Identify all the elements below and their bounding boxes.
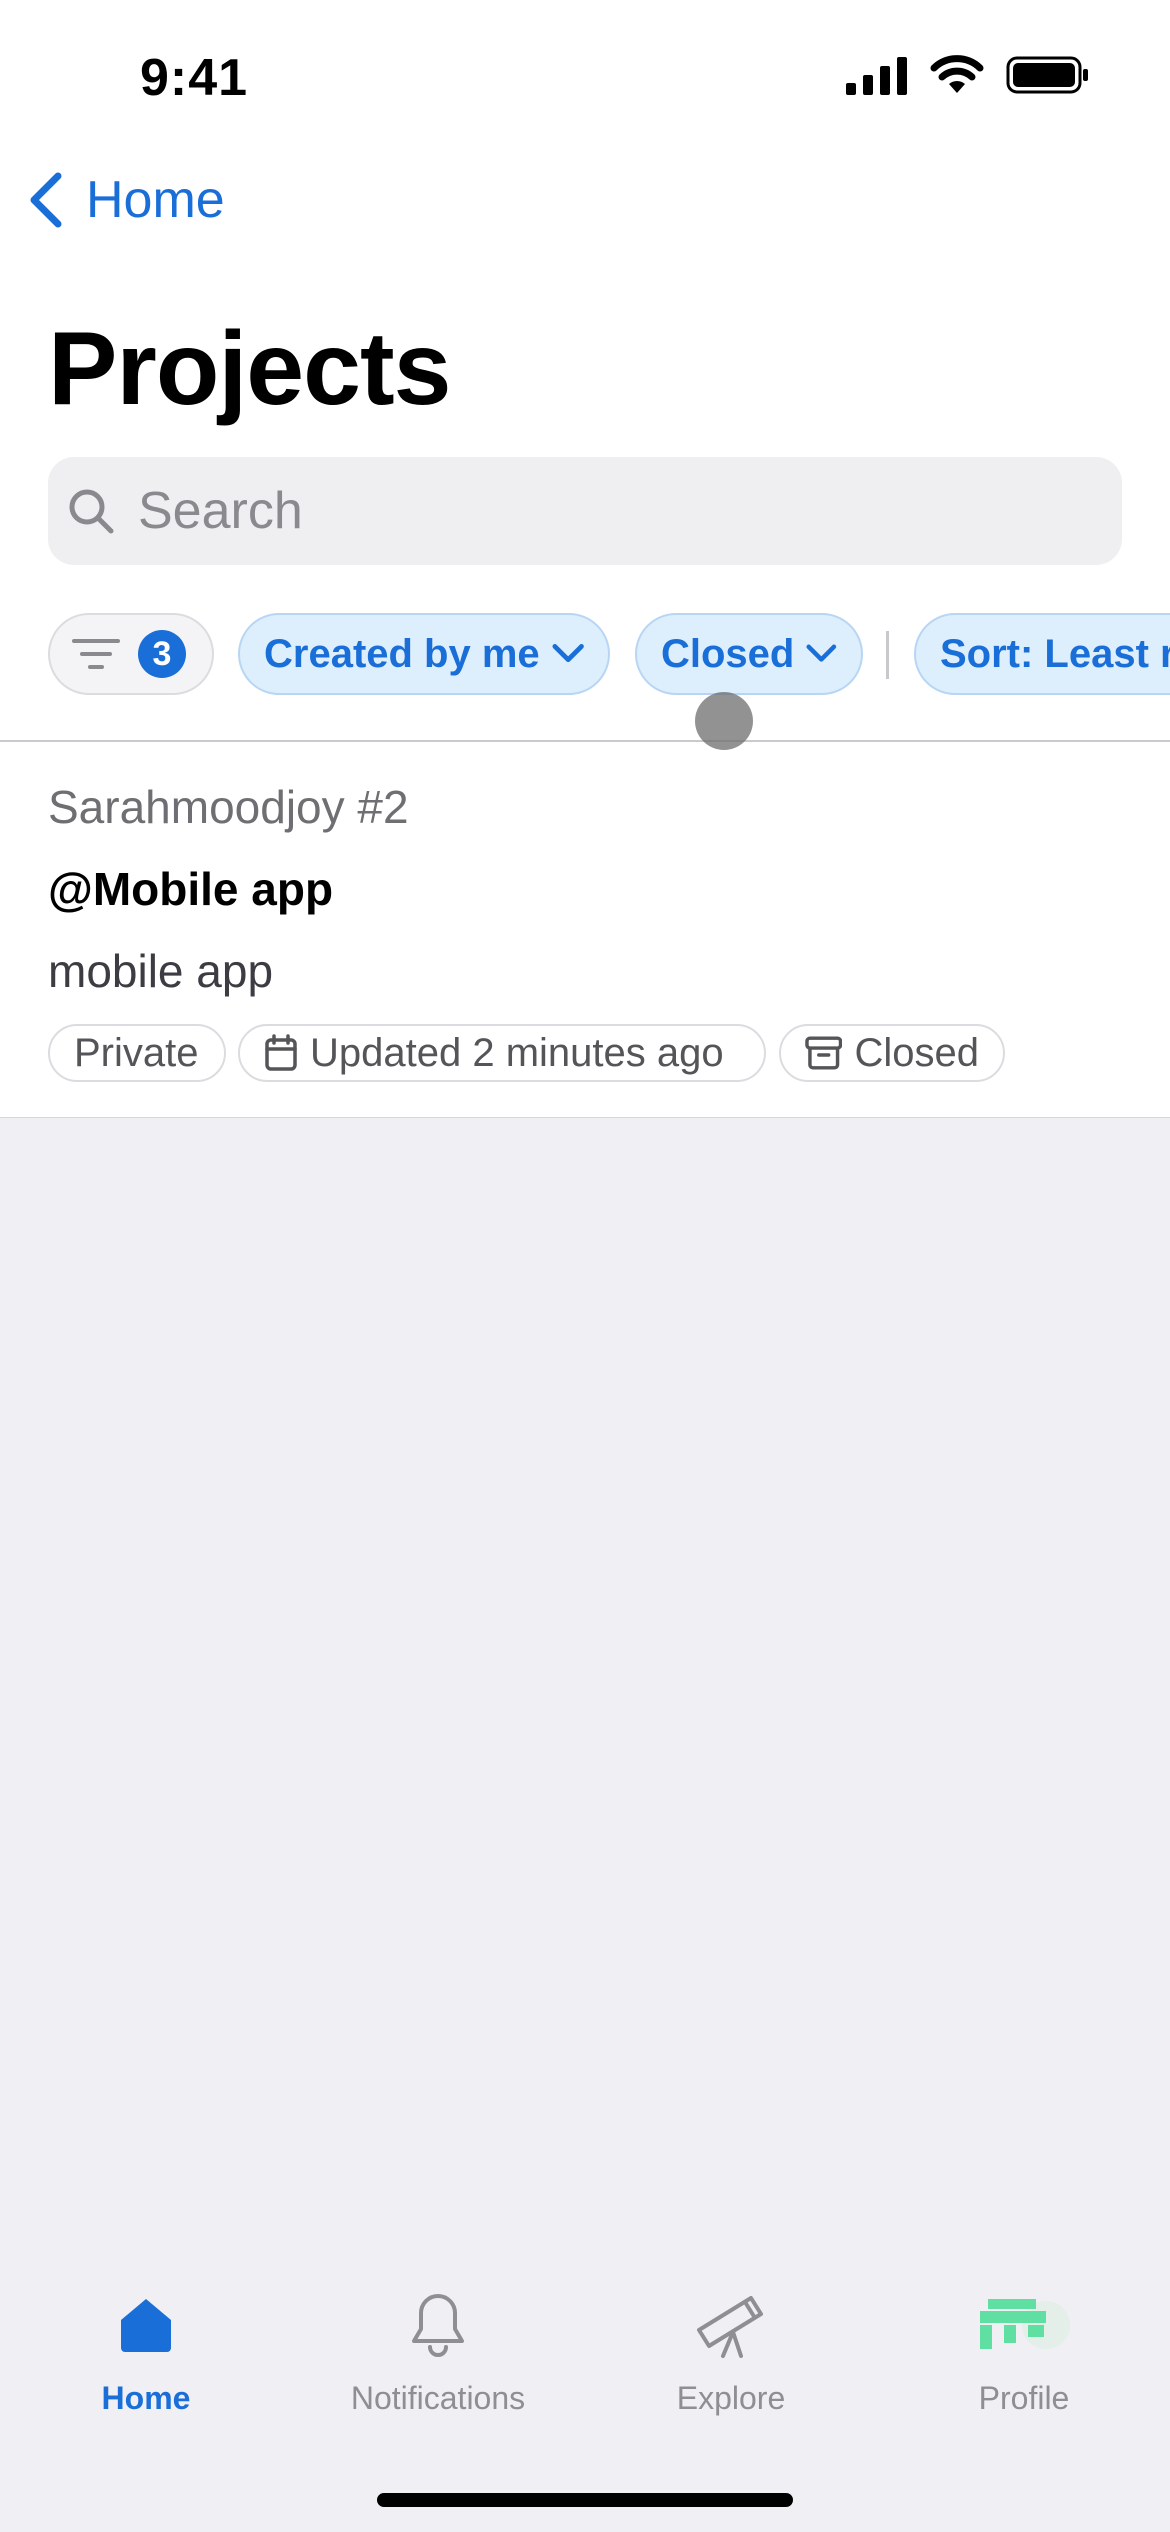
tab-home[interactable]: Home (0, 2280, 292, 2440)
bell-icon (412, 2294, 464, 2357)
list-bottom-divider (0, 1117, 1170, 1118)
updated-label: Updated 2 minutes ago (310, 1030, 724, 1075)
chevron-down-icon (552, 644, 584, 663)
tab-profile[interactable]: Profile (878, 2280, 1170, 2440)
state-filter-label: Closed (661, 631, 795, 676)
filter-count-badge: 3 (138, 630, 186, 678)
cellular-signal-icon (846, 57, 907, 95)
state-tag-label: Closed (854, 1030, 979, 1075)
back-label: Home (86, 171, 225, 229)
project-list-item[interactable]: Sarahmoodjoy #2 @Mobile app mobile app P… (0, 742, 1170, 1118)
visibility-label: Private (74, 1030, 199, 1075)
project-name: @Mobile app (48, 863, 334, 915)
telescope-icon (697, 2296, 763, 2358)
search-icon (69, 489, 114, 534)
created-by-filter-chip[interactable]: Created by me (238, 613, 610, 695)
status-icons (846, 55, 1090, 95)
visibility-tag: Private (48, 1024, 226, 1082)
archive-icon (805, 1036, 843, 1070)
created-by-label: Created by me (264, 631, 540, 676)
home-icon (121, 2299, 171, 2352)
calendar-icon (265, 1034, 297, 1071)
tab-explore[interactable]: Explore (585, 2280, 877, 2440)
tab-notifications[interactable]: Notifications (292, 2280, 584, 2440)
tab-home-label: Home (101, 2380, 191, 2416)
search-input[interactable] (136, 480, 1040, 542)
back-button[interactable]: Home (26, 170, 225, 230)
tab-profile-label: Profile (978, 2380, 1070, 2416)
project-description: mobile app (48, 945, 274, 997)
battery-icon (1006, 56, 1088, 94)
filter-divider (886, 631, 889, 679)
touch-indicator (695, 692, 753, 750)
state-filter-chip[interactable]: Closed (635, 613, 863, 695)
search-bar[interactable] (48, 457, 1122, 565)
filter-icon (72, 639, 120, 669)
status-time: 9:41 (140, 49, 249, 107)
tab-explore-label: Explore (676, 2380, 786, 2416)
tab-notifications-label: Notifications (350, 2380, 526, 2416)
updated-tag: Updated 2 minutes ago (238, 1024, 766, 1082)
chevron-left-icon (30, 172, 62, 228)
page-title: Projects (48, 311, 451, 427)
chevron-down-icon (806, 644, 837, 662)
state-tag: Closed (779, 1024, 1005, 1082)
status-bar: 9:41 (0, 0, 1170, 150)
home-indicator (377, 2493, 793, 2507)
filter-bar: 3 Created by me Closed Sort: Least r (48, 613, 1170, 697)
sort-label: Sort: Least r (940, 631, 1170, 676)
filter-options-button[interactable]: 3 (48, 613, 214, 695)
project-owner: Sarahmoodjoy #2 (48, 781, 409, 833)
avatar (980, 2299, 1070, 2349)
wifi-icon (930, 55, 984, 93)
sort-chip[interactable]: Sort: Least r (914, 613, 1170, 695)
